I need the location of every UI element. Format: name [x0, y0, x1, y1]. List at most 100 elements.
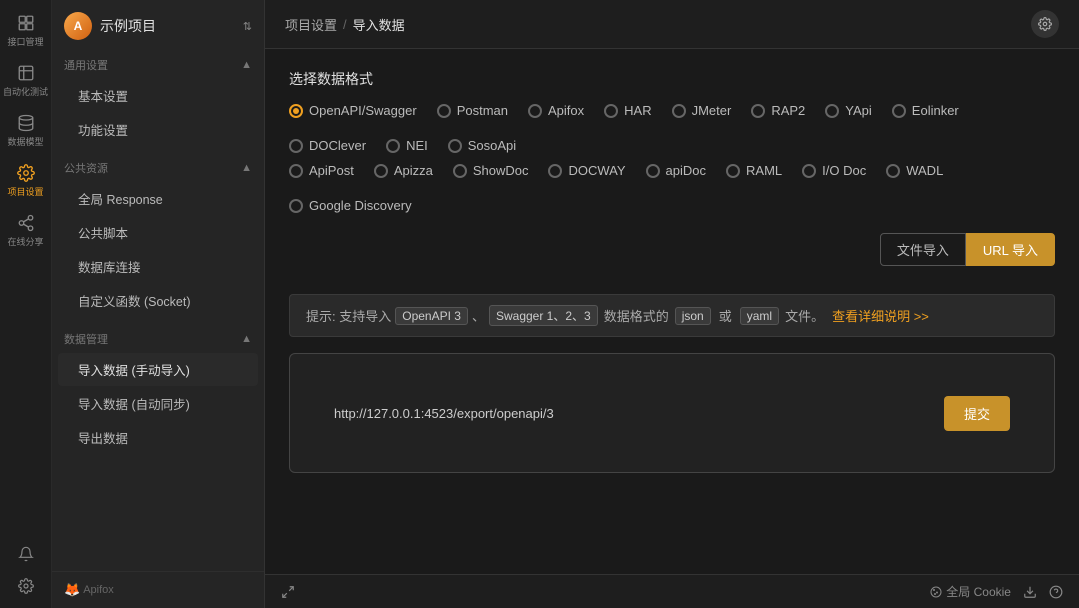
format-har[interactable]: HAR — [604, 103, 651, 118]
sidebar-item-feature[interactable]: 功能设置 — [58, 113, 258, 146]
format-nei[interactable]: NEI — [386, 138, 428, 153]
radio-raml — [726, 164, 740, 178]
radio-yapi — [825, 104, 839, 118]
format-jmeter[interactable]: JMeter — [672, 103, 732, 118]
nav-autotest[interactable]: 自动化测试 — [4, 58, 48, 104]
hint-mid: 数据格式的 — [604, 306, 669, 325]
cookie-label[interactable]: 全局 Cookie — [930, 583, 1011, 600]
sidebar: 接口管理 自动化测试 数据模型 项目设置 — [0, 0, 265, 608]
format-apidoc[interactable]: apiDoc — [646, 163, 706, 178]
radio-doclever — [289, 139, 303, 153]
project-expand-icon: ⇅ — [243, 20, 252, 33]
radio-wadl — [886, 164, 900, 178]
hint-detail-link[interactable]: 查看详细说明 >> — [832, 306, 929, 325]
nav-share[interactable]: 在线分享 — [4, 208, 48, 254]
radio-eolinker — [892, 104, 906, 118]
sidebar-item-export[interactable]: 导出数据 — [58, 421, 258, 454]
format-row-2: ApiPost Apizza ShowDoc DOCWAY apiDoc — [289, 163, 1055, 213]
section-general-header[interactable]: 通用设置 ▲ — [52, 52, 264, 78]
format-grid: OpenAPI/Swagger Postman Apifox HAR JMete… — [289, 103, 1055, 213]
section-general: 通用设置 ▲ 基本设置 功能设置 — [52, 48, 264, 151]
submit-button[interactable]: 提交 — [944, 396, 1010, 431]
section-data-mgmt-header[interactable]: 数据管理 ▲ — [52, 326, 264, 352]
icon-nav: 接口管理 自动化测试 数据模型 项目设置 — [0, 0, 52, 608]
format-google-discovery[interactable]: Google Discovery — [289, 198, 412, 213]
breadcrumb: 项目设置 / 导入数据 — [285, 15, 405, 34]
radio-nei — [386, 139, 400, 153]
hint-badge-swagger: Swagger 1、2、3 — [489, 305, 598, 326]
main-header: 项目设置 / 导入数据 — [265, 0, 1079, 49]
format-yapi[interactable]: YApi — [825, 103, 872, 118]
format-row-1: OpenAPI/Swagger Postman Apifox HAR JMete… — [289, 103, 1055, 153]
format-eolinker[interactable]: Eolinker — [892, 103, 959, 118]
sidebar-item-public-script[interactable]: 公共脚本 — [58, 216, 258, 249]
format-rap2[interactable]: RAP2 — [751, 103, 805, 118]
sidebar-item-global-response[interactable]: 全局 Response — [58, 182, 258, 215]
format-raml[interactable]: RAML — [726, 163, 782, 178]
avatar: A — [64, 12, 92, 40]
hint-text: 提示: 支持导入 — [306, 306, 391, 325]
url-input[interactable] — [334, 406, 934, 421]
side-tree: A 示例项目 ⇅ 通用设置 ▲ 基本设置 功能设置 公共资源 ▲ 全局 Resp… — [52, 0, 264, 608]
main-footer: 全局 Cookie — [265, 574, 1079, 608]
hint-or: 或 — [719, 306, 732, 325]
radio-har — [604, 104, 618, 118]
nav-interface[interactable]: 接口管理 — [4, 8, 48, 54]
hint-sep1: 、 — [472, 306, 485, 325]
breadcrumb-current: 导入数据 — [353, 15, 405, 34]
format-sosoapi[interactable]: SosoApi — [448, 138, 516, 153]
radio-docway — [548, 164, 562, 178]
nav-bell[interactable] — [4, 540, 48, 568]
radio-showdoc — [453, 164, 467, 178]
format-postman[interactable]: Postman — [437, 103, 508, 118]
breadcrumb-separator: / — [343, 17, 347, 32]
section-public-header[interactable]: 公共资源 ▲ — [52, 155, 264, 181]
format-iodoc[interactable]: I/O Doc — [802, 163, 866, 178]
footer-left — [281, 585, 295, 599]
sidebar-item-db-connection[interactable]: 数据库连接 — [58, 250, 258, 283]
format-apipost[interactable]: ApiPost — [289, 163, 354, 178]
sidebar-item-custom-func[interactable]: 自定义函数 (Socket) — [58, 284, 258, 317]
format-section-title: 选择数据格式 — [289, 69, 1055, 89]
nav-settings[interactable]: 项目设置 — [4, 158, 48, 204]
section-data-mgmt: 数据管理 ▲ 导入数据 (手动导入) 导入数据 (自动同步) 导出数据 — [52, 322, 264, 459]
tab-url-import[interactable]: URL 导入 — [966, 233, 1055, 266]
radio-postman — [437, 104, 451, 118]
tab-file-import[interactable]: 文件导入 — [880, 233, 966, 266]
nav-datamodel[interactable]: 数据模型 — [4, 108, 48, 154]
sidebar-item-basic[interactable]: 基本设置 — [58, 79, 258, 112]
nav-autotest-label: 自动化测试 — [3, 85, 48, 98]
nav-share-label: 在线分享 — [8, 235, 44, 248]
nav-interface-label: 接口管理 — [8, 35, 44, 48]
settings-icon-button[interactable] — [1031, 10, 1059, 38]
radio-apipost — [289, 164, 303, 178]
breadcrumb-parent[interactable]: 项目设置 — [285, 15, 337, 34]
main-area: 项目设置 / 导入数据 选择数据格式 OpenAPI/Swagger — [265, 0, 1079, 608]
download-icon[interactable] — [1023, 585, 1037, 599]
radio-apifox — [528, 104, 542, 118]
format-doclever[interactable]: DOClever — [289, 138, 366, 153]
header-right — [1031, 10, 1059, 38]
hint-badge-yaml: yaml — [740, 307, 779, 325]
nav-datamodel-label: 数据模型 — [8, 135, 44, 148]
project-header[interactable]: A 示例项目 ⇅ — [52, 0, 264, 48]
format-showdoc[interactable]: ShowDoc — [453, 163, 529, 178]
import-tabs: 文件导入 URL 导入 — [880, 233, 1055, 266]
format-openapi[interactable]: OpenAPI/Swagger — [289, 103, 417, 118]
format-wadl[interactable]: WADL — [886, 163, 943, 178]
format-apifox[interactable]: Apifox — [528, 103, 584, 118]
format-docway[interactable]: DOCWAY — [548, 163, 625, 178]
sidebar-footer: 🦊 Apifox — [52, 571, 264, 608]
sidebar-item-import-auto[interactable]: 导入数据 (自动同步) — [58, 387, 258, 420]
format-apizza[interactable]: Apizza — [374, 163, 433, 178]
cookie-icon — [930, 586, 942, 598]
radio-openapi — [289, 104, 303, 118]
sidebar-item-import-manual[interactable]: 导入数据 (手动导入) — [58, 353, 258, 386]
nav-gear[interactable] — [4, 572, 48, 600]
help-icon[interactable] — [1049, 585, 1063, 599]
hint-banner: 提示: 支持导入 OpenAPI 3 、 Swagger 1、2、3 数据格式的… — [289, 294, 1055, 337]
radio-apizza — [374, 164, 388, 178]
expand-icon[interactable] — [281, 585, 295, 599]
section-public: 公共资源 ▲ 全局 Response 公共脚本 数据库连接 自定义函数 (Soc… — [52, 151, 264, 322]
nav-settings-label: 项目设置 — [8, 185, 44, 198]
